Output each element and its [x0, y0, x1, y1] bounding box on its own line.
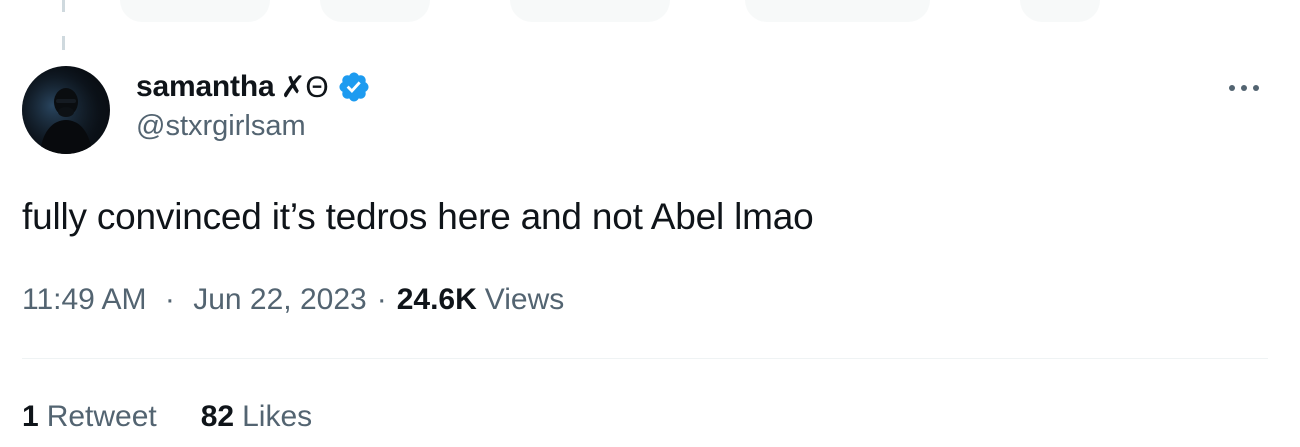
- tweet-text: fully convinced it’s tedros here and not…: [22, 196, 814, 237]
- previous-like-action: [510, 0, 670, 22]
- previous-tweet-actions: [0, 0, 1300, 22]
- meta-separator: ·: [164, 283, 175, 316]
- views-label: Views: [484, 283, 565, 316]
- tweet-time: 11:49 AM: [22, 283, 147, 316]
- author-display-name[interactable]: samantha: [136, 70, 275, 104]
- author-name-row[interactable]: samantha ✗Θ: [136, 68, 371, 106]
- previous-reply-action: [120, 0, 270, 22]
- likes-count: 82: [200, 400, 235, 433]
- tweet-date: Jun 22, 2023: [193, 283, 367, 316]
- verified-badge-icon[interactable]: [337, 70, 371, 104]
- retweets-stat-link[interactable]: 1 Retweet: [22, 400, 157, 434]
- previous-retweet-action: [320, 0, 430, 22]
- more-options-button[interactable]: [1222, 70, 1266, 106]
- meta-separator: ·: [376, 283, 387, 316]
- more-horizontal-icon: [1229, 85, 1259, 91]
- avatar[interactable]: [22, 66, 110, 154]
- avatar-image: [22, 66, 110, 154]
- retweets-label: Retweet: [46, 400, 157, 433]
- thread-connector-line: [62, 0, 65, 12]
- tweet-timestamp-link[interactable]: 11:49 AM · Jun 22, 2023: [22, 283, 367, 317]
- previous-views-action: [745, 0, 930, 22]
- author-name-emoji: ✗Θ: [280, 70, 329, 104]
- likes-stat-link[interactable]: 82 Likes: [201, 400, 312, 434]
- previous-share-action: [1020, 0, 1100, 22]
- divider: [22, 358, 1268, 359]
- retweets-count: 1: [22, 400, 39, 433]
- tweet-meta-row: 11:49 AM · Jun 22, 2023 · 24.6K Views: [22, 280, 564, 320]
- views-count: 24.6K: [396, 283, 477, 316]
- likes-label: Likes: [242, 400, 313, 433]
- author-handle[interactable]: @stxrgirlsam: [136, 110, 306, 143]
- thread-connector-line: [62, 36, 65, 50]
- engagement-stats-row: 1 Retweet 82 Likes: [22, 397, 312, 437]
